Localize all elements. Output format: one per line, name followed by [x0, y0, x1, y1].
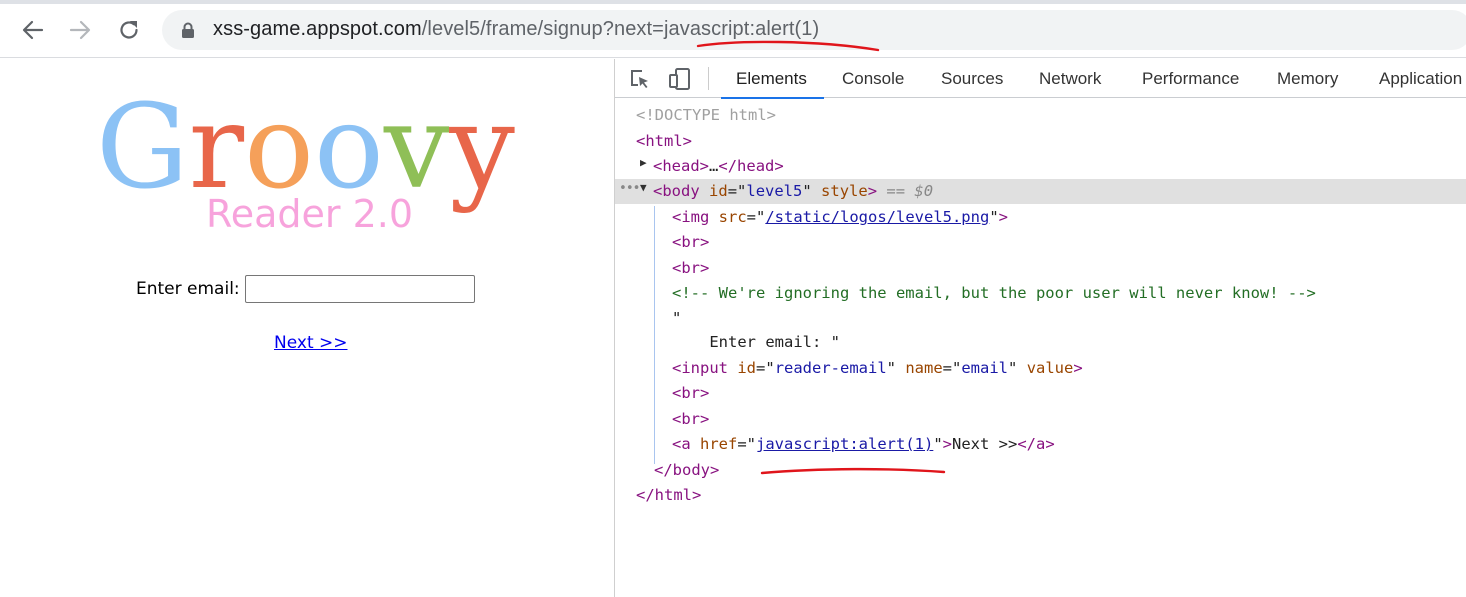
dom-br-2[interactable]: <br>: [672, 256, 709, 281]
email-form-row: Enter email:: [136, 275, 475, 303]
url-host: xss-game.appspot.com: [213, 18, 422, 40]
red-underline-annotation-code: [760, 467, 946, 475]
toolbar-separator: [708, 67, 709, 90]
url-payload: javascript:alert(1): [663, 18, 820, 40]
input-id-value: reader-email: [774, 359, 887, 377]
email-input[interactable]: [244, 275, 475, 303]
body-style-attr: style: [821, 182, 868, 200]
input-name-value: email: [961, 359, 1009, 377]
img-src-link[interactable]: /static/logos/level5.png: [765, 208, 989, 226]
head-ellipsis: …: [709, 157, 719, 175]
dom-text-quote[interactable]: ": [672, 306, 681, 331]
br-tag-name: br: [681, 410, 701, 428]
reload-button[interactable]: [113, 14, 145, 46]
anchor-href-link[interactable]: javascript:alert(1): [756, 435, 933, 453]
console-ref: == $0: [886, 182, 934, 200]
tab-strip-edge: [0, 0, 1466, 4]
dom-img[interactable]: <img src="/static/logos/level5.png">: [672, 205, 1008, 230]
html-tag-name: html: [645, 132, 683, 150]
br-tag-name: br: [681, 233, 701, 251]
dom-head-collapsed[interactable]: <head>…</head>: [653, 154, 784, 179]
tab-performance[interactable]: Performance: [1142, 59, 1239, 98]
dom-anchor[interactable]: <a href="javascript:alert(1)">Next >></a…: [672, 432, 1055, 457]
dom-input[interactable]: <input id="reader-email" name="email" va…: [672, 356, 1083, 381]
next-link[interactable]: Next >>: [274, 333, 348, 353]
tab-application[interactable]: Application: [1379, 59, 1462, 98]
device-toolbar-icon[interactable]: [668, 67, 692, 91]
dom-comment[interactable]: <!-- We're ignoring the email, but the p…: [672, 281, 1316, 306]
red-underline-annotation: [696, 40, 880, 52]
head-tag-name: head: [662, 157, 700, 175]
browser-toolbar: xss-game.appspot.com/level5/frame/signup…: [0, 0, 1466, 58]
devtools-tab-bar: Elements Console Sources Network Perform…: [615, 59, 1466, 99]
dom-br-1[interactable]: <br>: [672, 230, 709, 255]
page-viewport: Groovy Reader 2.0 Enter email: Next >>: [0, 59, 614, 597]
dom-body-close[interactable]: </body>: [654, 458, 719, 483]
email-label: Enter email:: [136, 279, 240, 299]
dom-text-node[interactable]: Enter email: ": [672, 330, 840, 355]
anchor-text: Next >>: [952, 435, 1018, 453]
url-path: /level5/frame/signup?next=: [421, 18, 664, 40]
collapse-triangle-icon[interactable]: ▼: [640, 181, 647, 194]
tab-memory[interactable]: Memory: [1277, 59, 1338, 98]
forward-button[interactable]: [64, 14, 96, 46]
dom-br-4[interactable]: <br>: [672, 407, 709, 432]
head-close-tag-name: head: [737, 157, 775, 175]
dom-doctype[interactable]: <!DOCTYPE html>: [636, 103, 776, 128]
svg-text:Reader 2.0: Reader 2.0: [206, 192, 413, 236]
devtools-panel: Elements Console Sources Network Perform…: [615, 59, 1466, 597]
br-tag-name: br: [681, 384, 701, 402]
groovy-reader-logo: Groovy Reader 2.0: [96, 80, 515, 236]
arrow-right-icon: [69, 20, 91, 40]
reload-icon: [120, 21, 138, 39]
arrow-left-icon: [22, 20, 44, 40]
tab-network[interactable]: Network: [1039, 59, 1101, 98]
back-button[interactable]: [17, 14, 49, 46]
body-tag-name: body: [662, 182, 700, 200]
input-value-attr: value: [1026, 359, 1074, 377]
expand-triangle-icon[interactable]: ▶: [640, 156, 647, 169]
br-tag-name: br: [681, 259, 701, 277]
inspect-element-icon[interactable]: [628, 67, 652, 91]
dom-body-open[interactable]: <body id="level5" style> == $0: [653, 179, 933, 204]
body-id-value: level5: [746, 182, 803, 200]
dom-tree: <!DOCTYPE html> <html> ▶ <head>…</head> …: [615, 100, 1466, 597]
tab-sources[interactable]: Sources: [941, 59, 1003, 98]
more-actions-icon[interactable]: •••: [619, 181, 641, 196]
lock-icon: [182, 22, 194, 38]
tab-elements[interactable]: Elements: [721, 59, 824, 99]
dom-html-open[interactable]: <html>: [636, 129, 692, 154]
tab-console[interactable]: Console: [842, 59, 904, 98]
dom-br-3[interactable]: <br>: [672, 381, 709, 406]
dom-html-close[interactable]: </html>: [636, 483, 701, 508]
indent-guide: [654, 206, 655, 464]
